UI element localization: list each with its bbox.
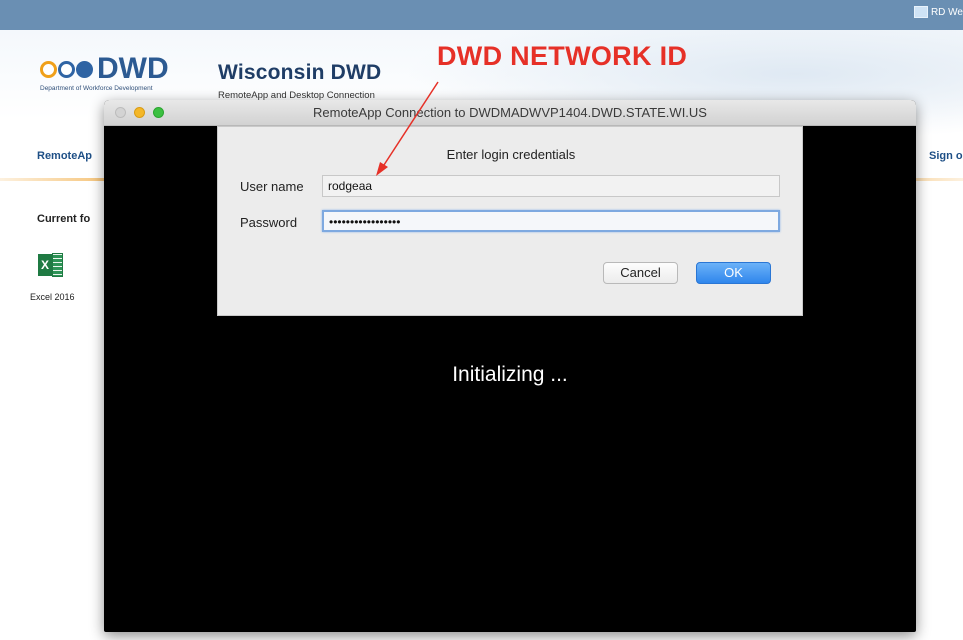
site-title: Wisconsin DWD — [218, 61, 382, 84]
password-input[interactable]: ••••••••••••••••• — [322, 210, 780, 232]
current-folder-label: Current fo — [37, 213, 91, 225]
dialog-heading: Enter login credentials — [446, 147, 576, 162]
logo-subtitle: Department of Workforce Development — [40, 85, 153, 92]
logo-circle-icon — [40, 60, 57, 78]
status-text: Initializing ... — [452, 363, 568, 386]
rdweb-label: RD We — [930, 6, 963, 18]
rdweb-icon — [913, 6, 928, 18]
rdweb-link[interactable]: RD We — [913, 6, 963, 18]
login-dialog: Enter login credentials User name rodgea… — [217, 126, 803, 316]
ok-button[interactable]: OK — [696, 262, 771, 284]
sign-out-link[interactable]: Sign o — [929, 150, 963, 162]
user-name-label: User name — [240, 179, 304, 194]
app-label-excel[interactable]: Excel 2016 — [30, 292, 75, 302]
window-title: RemoteApp Connection to DWDMADWVP1404.DW… — [313, 105, 707, 120]
annotation-arrow-icon — [376, 81, 439, 176]
logo-text: DWD — [97, 52, 169, 85]
window-titlebar[interactable]: RemoteApp Connection to DWDMADWVP1404.DW… — [104, 100, 916, 126]
logo-circle-icon — [58, 60, 75, 78]
password-label: Password — [240, 215, 298, 230]
nav-remoteapp-tab[interactable]: RemoteAp — [37, 150, 92, 162]
excel-icon[interactable]: X — [38, 253, 63, 277]
annotation-label: DWD NETWORK ID — [437, 41, 688, 71]
logo-circle-icon — [76, 60, 93, 78]
browser-top-bar: RD We — [0, 0, 963, 30]
cancel-button[interactable]: Cancel — [603, 262, 678, 284]
dwd-logo: DWD Department of Workforce Development — [40, 54, 169, 92]
